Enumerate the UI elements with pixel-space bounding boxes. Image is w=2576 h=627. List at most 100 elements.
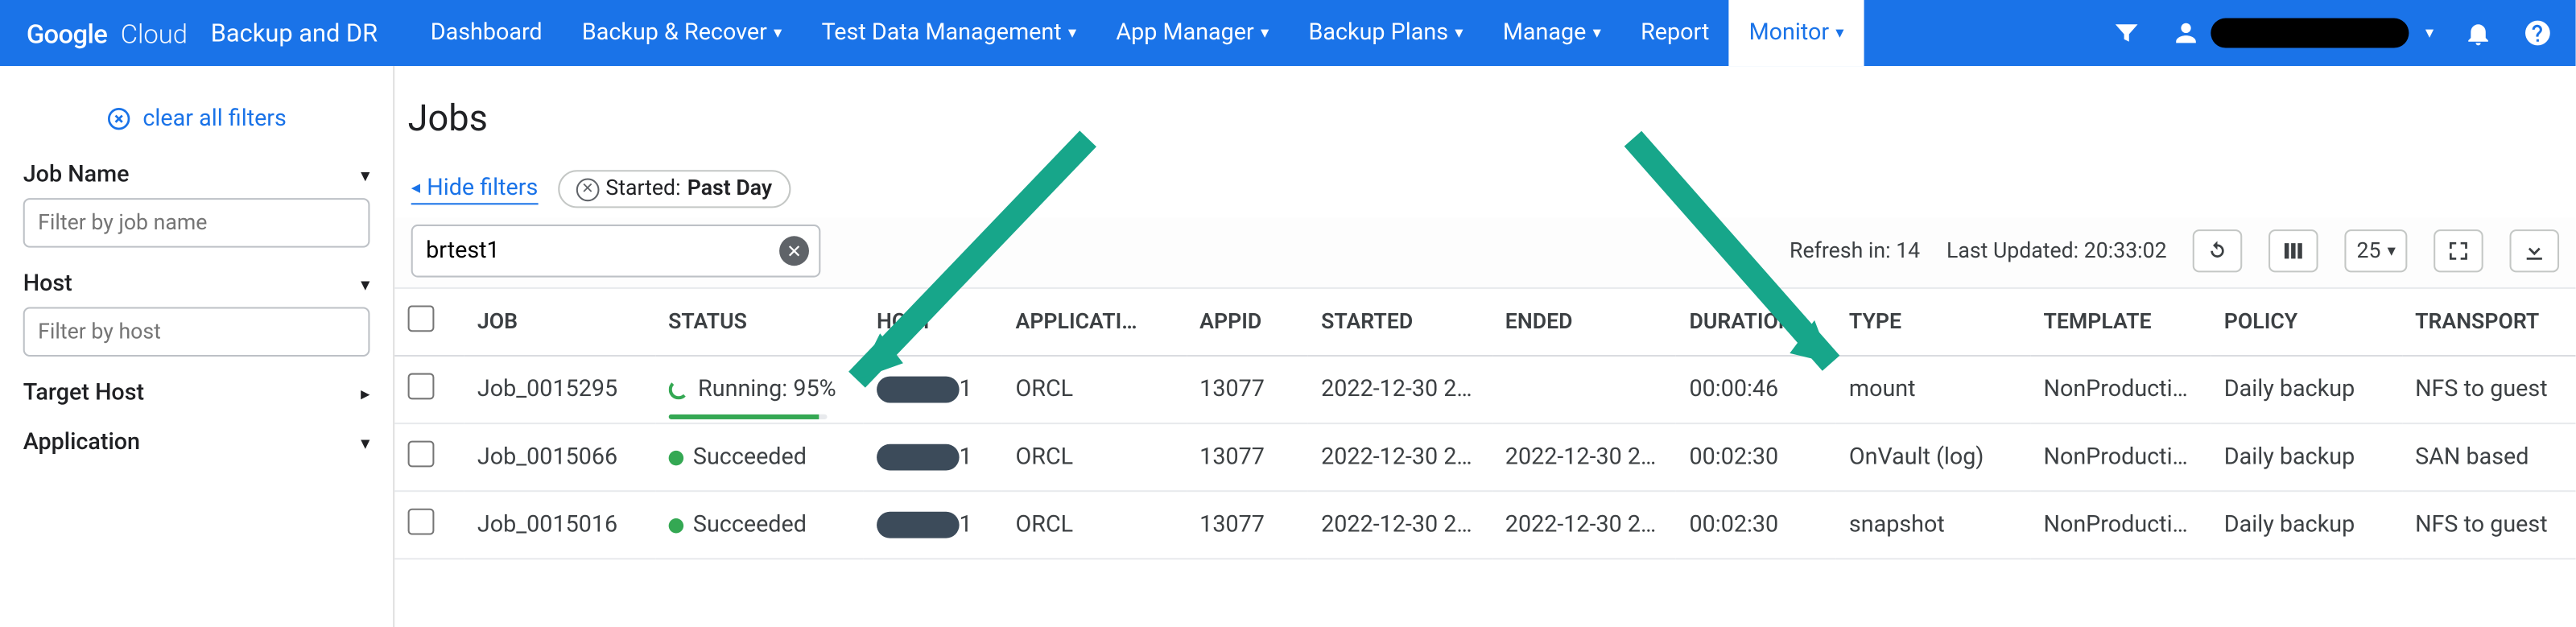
nav-item-report[interactable]: Report [1621, 0, 1729, 66]
filter-chip-started[interactable]: ✕ Started: Past Day [558, 170, 791, 208]
chip-remove-icon[interactable]: ✕ [576, 177, 600, 200]
cell-application: ORCL [1002, 491, 1187, 559]
col-type[interactable]: TYPE [1835, 289, 2030, 356]
spinner-icon [668, 380, 688, 400]
col-status[interactable]: STATUS [655, 289, 864, 356]
table-row[interactable]: Job_0015295Running: 95%1ORCL130772022-12… [394, 356, 2575, 423]
cell-template: NonProducti… [2030, 491, 2211, 559]
columns-button[interactable] [2269, 229, 2319, 272]
nav: DashboardBackup & Recover▾Test Data Mana… [411, 0, 1864, 66]
filter-header-target-host[interactable]: Target Host▸ [23, 380, 370, 406]
cell-transport: NFS to guest [2402, 356, 2576, 423]
host-redacted [877, 377, 960, 403]
row-checkbox[interactable] [408, 441, 435, 468]
jobs-table: JOBSTATUSHOSTAPPLICATI…APPIDSTARTEDENDED… [394, 289, 2575, 559]
host-redacted [877, 512, 960, 538]
col-applicati-[interactable]: APPLICATI… [1002, 289, 1187, 356]
cell-duration: 00:00:46 [1676, 356, 1835, 423]
product-name[interactable]: Backup and DR [211, 19, 378, 48]
table-row[interactable]: Job_0015016Succeeded1ORCL130772022-12-30… [394, 491, 2575, 559]
row-checkbox[interactable] [408, 509, 435, 535]
table-row[interactable]: Job_0015066Succeeded1ORCL130772022-12-30… [394, 423, 2575, 491]
cell-started: 2022-12-30 2… [1308, 491, 1492, 559]
cell-application: ORCL [1002, 356, 1187, 423]
user-icon [2171, 19, 2201, 48]
cell-ended: 2022-12-30 2… [1492, 423, 1676, 491]
sidebar: clear all filters Job Name▾ Host▾ Target H… [0, 66, 393, 627]
search-box[interactable]: ✕ [411, 225, 821, 278]
nav-item-manage[interactable]: Manage▾ [1483, 0, 1620, 66]
nav-item-test-data-management[interactable]: Test Data Management▾ [802, 0, 1096, 66]
hide-filters-button[interactable]: ◂ Hide filters [411, 174, 539, 204]
help-icon[interactable] [2523, 19, 2553, 48]
row-checkbox[interactable] [408, 373, 435, 400]
search-clear-icon[interactable]: ✕ [779, 236, 809, 266]
columns-icon [2281, 237, 2307, 264]
hide-filters-label: Hide filters [427, 174, 538, 200]
toolbar: ✕ Refresh in: 14 Last Updated: 20:33:02 … [394, 218, 2575, 289]
success-dot-icon [668, 518, 683, 532]
cell-started: 2022-12-30 2… [1308, 423, 1492, 491]
cell-type: snapshot [1835, 491, 2030, 559]
chevron-down-icon: ▾ [1068, 24, 1076, 43]
page-title: Jobs [394, 99, 2575, 170]
page-size-select[interactable]: 25▾ [2345, 229, 2407, 272]
col-policy[interactable]: POLICY [2211, 289, 2401, 356]
user-chip[interactable]: ▾ [2171, 19, 2434, 48]
cell-type: OnVault (log) [1835, 423, 2030, 491]
chip-value: Past Day [687, 176, 772, 201]
chevron-down-icon: ▾ [1835, 24, 1843, 43]
status-succeeded: Succeeded [668, 444, 850, 471]
cell-appid: 13077 [1187, 491, 1308, 559]
col-job[interactable]: JOB [464, 289, 654, 356]
refresh-icon [2205, 237, 2231, 264]
col-host[interactable]: HOST [864, 289, 1003, 356]
cell-template: NonProducti… [2030, 356, 2211, 423]
caret-left-icon: ◂ [411, 176, 420, 198]
user-name-redacted [2211, 19, 2409, 48]
search-input[interactable] [426, 237, 779, 264]
filter-header-host[interactable]: Host▾ [23, 270, 370, 297]
col-template[interactable]: TEMPLATE [2030, 289, 2211, 356]
clear-all-filters[interactable]: clear all filters [23, 105, 370, 132]
logo-cloud: Cloud [121, 18, 188, 49]
cell-template: NonProducti… [2030, 423, 2211, 491]
logo[interactable]: Google Cloud [27, 18, 188, 49]
fullscreen-button[interactable] [2434, 229, 2483, 272]
caret-icon: ▸ [361, 382, 369, 404]
nav-item-monitor[interactable]: Monitor▾ [1729, 0, 1864, 66]
cell-duration: 00:02:30 [1676, 423, 1835, 491]
select-all-checkbox[interactable] [408, 305, 435, 332]
nav-item-dashboard[interactable]: Dashboard [411, 0, 562, 66]
nav-item-backup-plans[interactable]: Backup Plans▾ [1289, 0, 1483, 66]
filter-input-job-name[interactable] [23, 198, 370, 248]
chevron-down-icon: ▾ [1261, 24, 1269, 43]
filter-header-application[interactable]: Application▾ [23, 429, 370, 456]
fullscreen-icon [2446, 237, 2472, 264]
filter-icon[interactable] [2112, 19, 2141, 48]
col-ended[interactable]: ENDED [1492, 289, 1676, 356]
cell-policy: Daily backup [2211, 356, 2401, 423]
cell-transport: NFS to guest [2402, 491, 2576, 559]
cell-job: Job_0015066 [464, 423, 654, 491]
nav-item-backup-recover[interactable]: Backup & Recover▾ [562, 0, 802, 66]
refresh-button[interactable] [2193, 229, 2243, 272]
filter-header-job-name[interactable]: Job Name▾ [23, 162, 370, 188]
caret-icon: ▾ [361, 273, 369, 295]
last-updated: Last Updated: 20:33:02 [1946, 238, 2167, 263]
col-appid[interactable]: APPID [1187, 289, 1308, 356]
nav-item-app-manager[interactable]: App Manager▾ [1096, 0, 1289, 66]
cell-application: ORCL [1002, 423, 1187, 491]
download-button[interactable] [2510, 229, 2560, 272]
col-transport[interactable]: TRANSPORT [2402, 289, 2576, 356]
cell-job: Job_0015295 [464, 356, 654, 423]
status-running: Running: 95% [668, 377, 850, 403]
col-started[interactable]: STARTED [1308, 289, 1492, 356]
bell-icon[interactable] [2463, 19, 2493, 48]
filter-input-host[interactable] [23, 307, 370, 357]
cell-policy: Daily backup [2211, 423, 2401, 491]
download-icon [2521, 237, 2548, 264]
top-nav: Google Cloud Backup and DR DashboardBack… [0, 0, 2576, 66]
col-duration[interactable]: DURATION [1676, 289, 1835, 356]
clear-all-filters-label: clear all filters [142, 105, 287, 132]
